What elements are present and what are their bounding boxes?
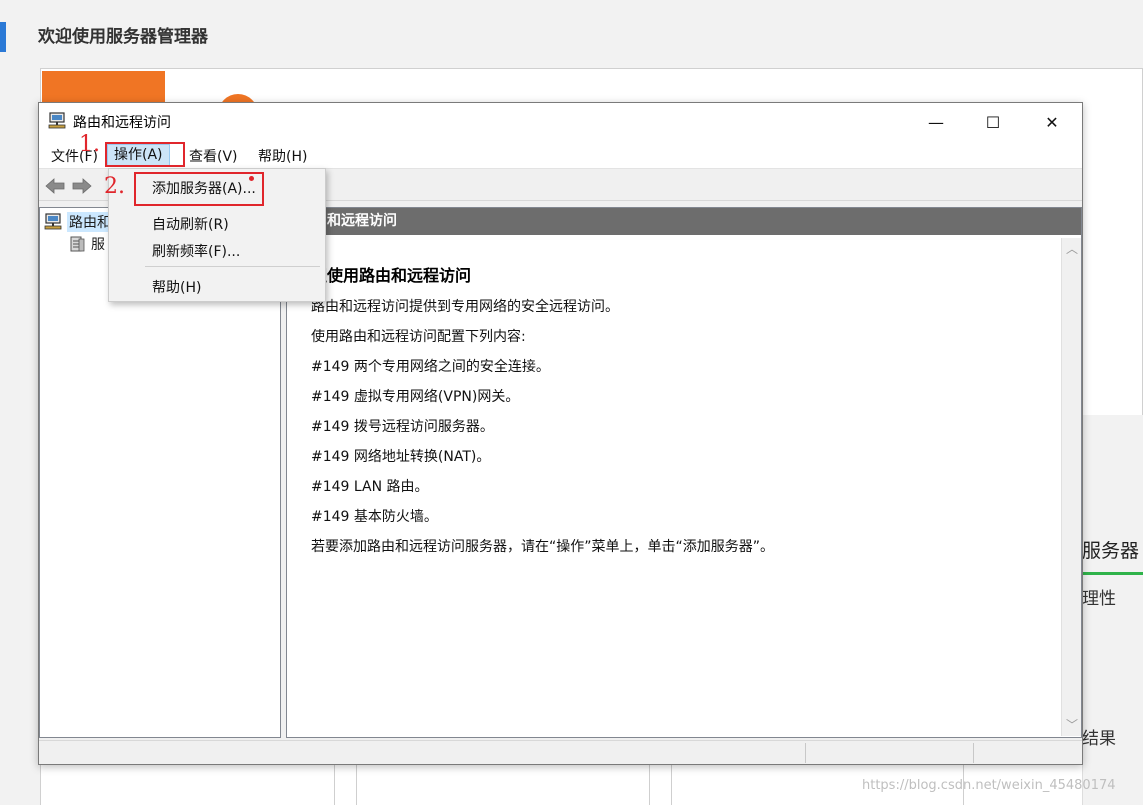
results-label: 结果: [1082, 729, 1116, 749]
bullet-item: #149 LAN 路由。: [311, 479, 429, 495]
window-title: 路由和远程访问: [73, 115, 171, 131]
tree-item-server-status[interactable]: 服: [68, 234, 105, 254]
paragraph: 若要添加路由和远程访问服务器，请在“操作”菜单上，单击“添加服务器”。: [311, 539, 775, 555]
status-green-bar: [1082, 572, 1143, 575]
scroll-up-icon[interactable]: ︿: [1065, 242, 1079, 256]
details-pane: 和远程访问 迎使用路由和远程访问 路由和远程访问提供到专用网络的安全远程访问。 …: [286, 207, 1082, 738]
tree-item-routing-root[interactable]: 路由和: [44, 212, 113, 232]
annotation-dot: [249, 176, 254, 181]
scroll-down-icon[interactable]: ﹀: [1065, 718, 1079, 732]
menu-bar: 文件(F) 操作(A) 查看(V) 帮助(H): [39, 141, 1082, 169]
vertical-scrollbar[interactable]: ︿ ﹀: [1061, 238, 1081, 736]
manageability-label: 理性: [1082, 589, 1116, 609]
menu-separator: [145, 266, 320, 267]
bullet-item: #149 两个专用网络之间的安全连接。: [311, 359, 550, 375]
tree-item-label: 路由和: [67, 212, 113, 232]
back-arrow-icon[interactable]: [44, 176, 66, 196]
status-divider: [805, 743, 806, 763]
forward-arrow-icon[interactable]: [71, 176, 93, 196]
server-icon: [70, 236, 85, 252]
menu-item-auto-refresh[interactable]: 自动刷新(R): [152, 214, 229, 234]
grid-divider: [671, 765, 672, 805]
grid-divider: [334, 765, 335, 805]
status-bar: [39, 740, 1082, 764]
title-bar: 路由和远程访问 — ☐ ✕: [39, 103, 1082, 141]
minimize-button[interactable]: —: [913, 103, 959, 141]
nav-accent-strip: [0, 22, 6, 52]
bullet-item: #149 基本防火墙。: [311, 509, 438, 525]
menu-help[interactable]: 帮助(H): [258, 146, 307, 166]
routing-console-icon: [44, 213, 62, 230]
welcome-content: 迎使用路由和远程访问 路由和远程访问提供到专用网络的安全远程访问。 使用路由和远…: [287, 238, 1061, 736]
welcome-heading: 迎使用路由和远程访问: [311, 266, 472, 285]
step2-label: 2.: [104, 174, 125, 199]
step2-highlight-box: [134, 172, 264, 206]
routing-console-icon: [48, 112, 66, 129]
bullet-item: #149 拨号远程访问服务器。: [311, 419, 494, 435]
bullet-item: #149 虚拟专用网络(VPN)网关。: [311, 389, 520, 405]
bullet-item: #149 网络地址转换(NAT)。: [311, 449, 491, 465]
details-header: 和远程访问: [287, 208, 1081, 235]
status-divider: [973, 743, 974, 763]
step1-highlight-box: [105, 142, 185, 167]
menu-view[interactable]: 查看(V): [189, 146, 238, 166]
menu-item-help[interactable]: 帮助(H): [152, 277, 201, 297]
maximize-button[interactable]: ☐: [970, 103, 1016, 141]
tree-item-label: 服: [91, 237, 105, 253]
menu-item-refresh-rate[interactable]: 刷新频率(F)...: [152, 241, 240, 261]
step1-label: 1.: [79, 132, 100, 157]
server-manager-title: 欢迎使用服务器管理器: [38, 27, 208, 47]
servers-heading: 服务器: [1082, 540, 1140, 562]
grid-divider: [649, 765, 650, 805]
paragraph: 路由和远程访问提供到专用网络的安全远程访问。: [311, 299, 619, 315]
close-button[interactable]: ✕: [1029, 103, 1075, 141]
watermark: https://blog.csdn.net/weixin_45480174: [862, 778, 1116, 793]
grid-divider: [356, 765, 357, 805]
quick-start-tile[interactable]: [42, 71, 165, 105]
paragraph: 使用路由和远程访问配置下列内容:: [311, 329, 526, 345]
